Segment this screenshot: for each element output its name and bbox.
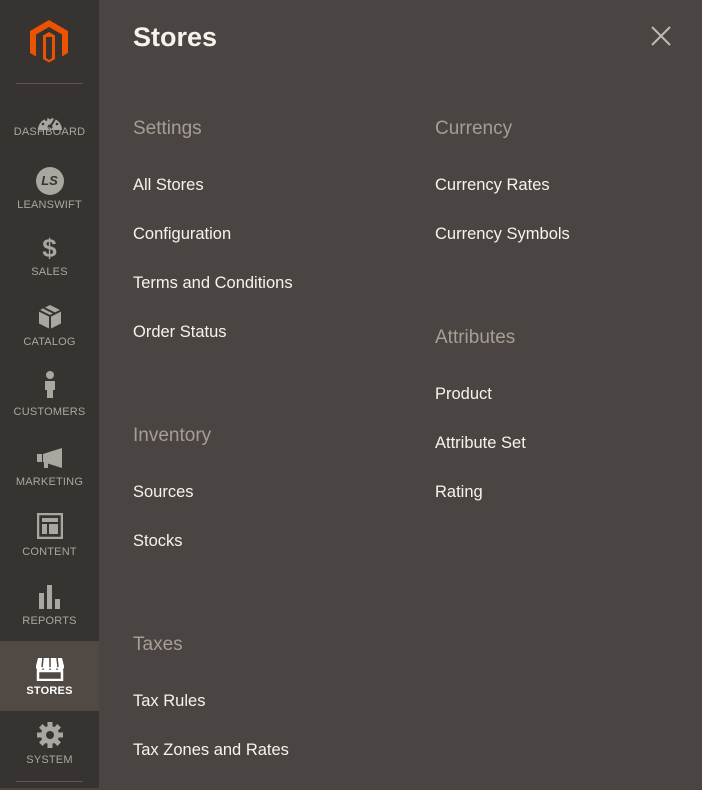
page-title: Stores — [133, 22, 218, 52]
sidebar-item-label: SALES — [31, 266, 68, 278]
menu-link-tax-rules[interactable]: Tax Rules — [133, 692, 205, 711]
menu-link-configuration[interactable]: Configuration — [133, 225, 231, 244]
sidebar-item-content[interactable]: CONTENT — [0, 511, 99, 581]
sidebar-item-label: MARKETING — [15, 476, 84, 488]
section-title-attributes: Attributes — [435, 327, 516, 348]
menu-link-all-stores[interactable]: All Stores — [133, 176, 204, 195]
sidebar-item-marketing[interactable]: MARKETING — [0, 441, 99, 511]
layout-icon — [0, 511, 99, 539]
sidebar-item-sales[interactable]: $ SALES — [0, 232, 99, 302]
sidebar-item-catalog[interactable]: CATALOG — [0, 302, 99, 372]
dollar-icon: $ — [42, 233, 57, 263]
menu-link-rating[interactable]: Rating — [435, 483, 483, 502]
sidebar-item-label: CUSTOMERS — [13, 406, 86, 418]
menu-link-currency-symbols[interactable]: Currency Symbols — [435, 225, 570, 244]
megaphone-icon — [0, 441, 99, 469]
admin-sidebar: DASHBOARD LS LEANSWIFT $ SALES CATALOG C… — [0, 0, 99, 788]
sidebar-item-label: LEANSWIFT — [17, 199, 82, 211]
sidebar-item-label: SYSTEM — [26, 754, 73, 766]
gear-icon — [0, 720, 99, 748]
menu-link-terms-and-conditions[interactable]: Terms and Conditions — [133, 274, 293, 293]
menu-link-attribute-set[interactable]: Attribute Set — [435, 434, 526, 453]
sidebar-item-label: CONTENT — [22, 546, 77, 558]
section-title-taxes: Taxes — [133, 634, 183, 655]
menu-link-tax-zones-and-rates[interactable]: Tax Zones and Rates — [133, 741, 289, 760]
sidebar-item-reports[interactable]: REPORTS — [0, 580, 99, 650]
section-title-currency: Currency — [435, 118, 513, 139]
box-icon — [0, 302, 99, 330]
sidebar-item-system[interactable]: SYSTEM — [0, 720, 99, 790]
sidebar-item-label: STORES — [26, 685, 73, 697]
person-icon — [0, 371, 99, 399]
sidebar-item-label: DASHBOARD — [13, 126, 86, 138]
close-icon[interactable] — [646, 21, 676, 51]
bar-chart-icon — [0, 580, 99, 609]
menu-link-order-status[interactable]: Order Status — [133, 323, 227, 342]
sidebar-item-customers[interactable]: CUSTOMERS — [0, 371, 99, 441]
menu-link-sources[interactable]: Sources — [133, 483, 194, 502]
section-title-settings: Settings — [133, 118, 202, 139]
leanswift-icon: LS — [0, 165, 99, 195]
sidebar-item-stores[interactable]: STORES — [0, 641, 99, 711]
menu-link-currency-rates[interactable]: Currency Rates — [435, 176, 550, 195]
sidebar-divider — [16, 83, 83, 84]
sidebar-item-dashboard[interactable]: DASHBOARD — [0, 98, 99, 168]
sidebar-item-leanswift[interactable]: LS LEANSWIFT — [0, 165, 99, 235]
sidebar-item-label: REPORTS — [22, 615, 77, 627]
menu-link-stocks[interactable]: Stocks — [133, 532, 183, 551]
sidebar-divider — [16, 781, 83, 782]
magento-logo[interactable] — [27, 18, 71, 64]
storefront-icon — [0, 641, 99, 681]
section-title-inventory: Inventory — [133, 425, 212, 446]
menu-link-product[interactable]: Product — [435, 385, 492, 404]
sidebar-item-label: CATALOG — [23, 336, 76, 348]
